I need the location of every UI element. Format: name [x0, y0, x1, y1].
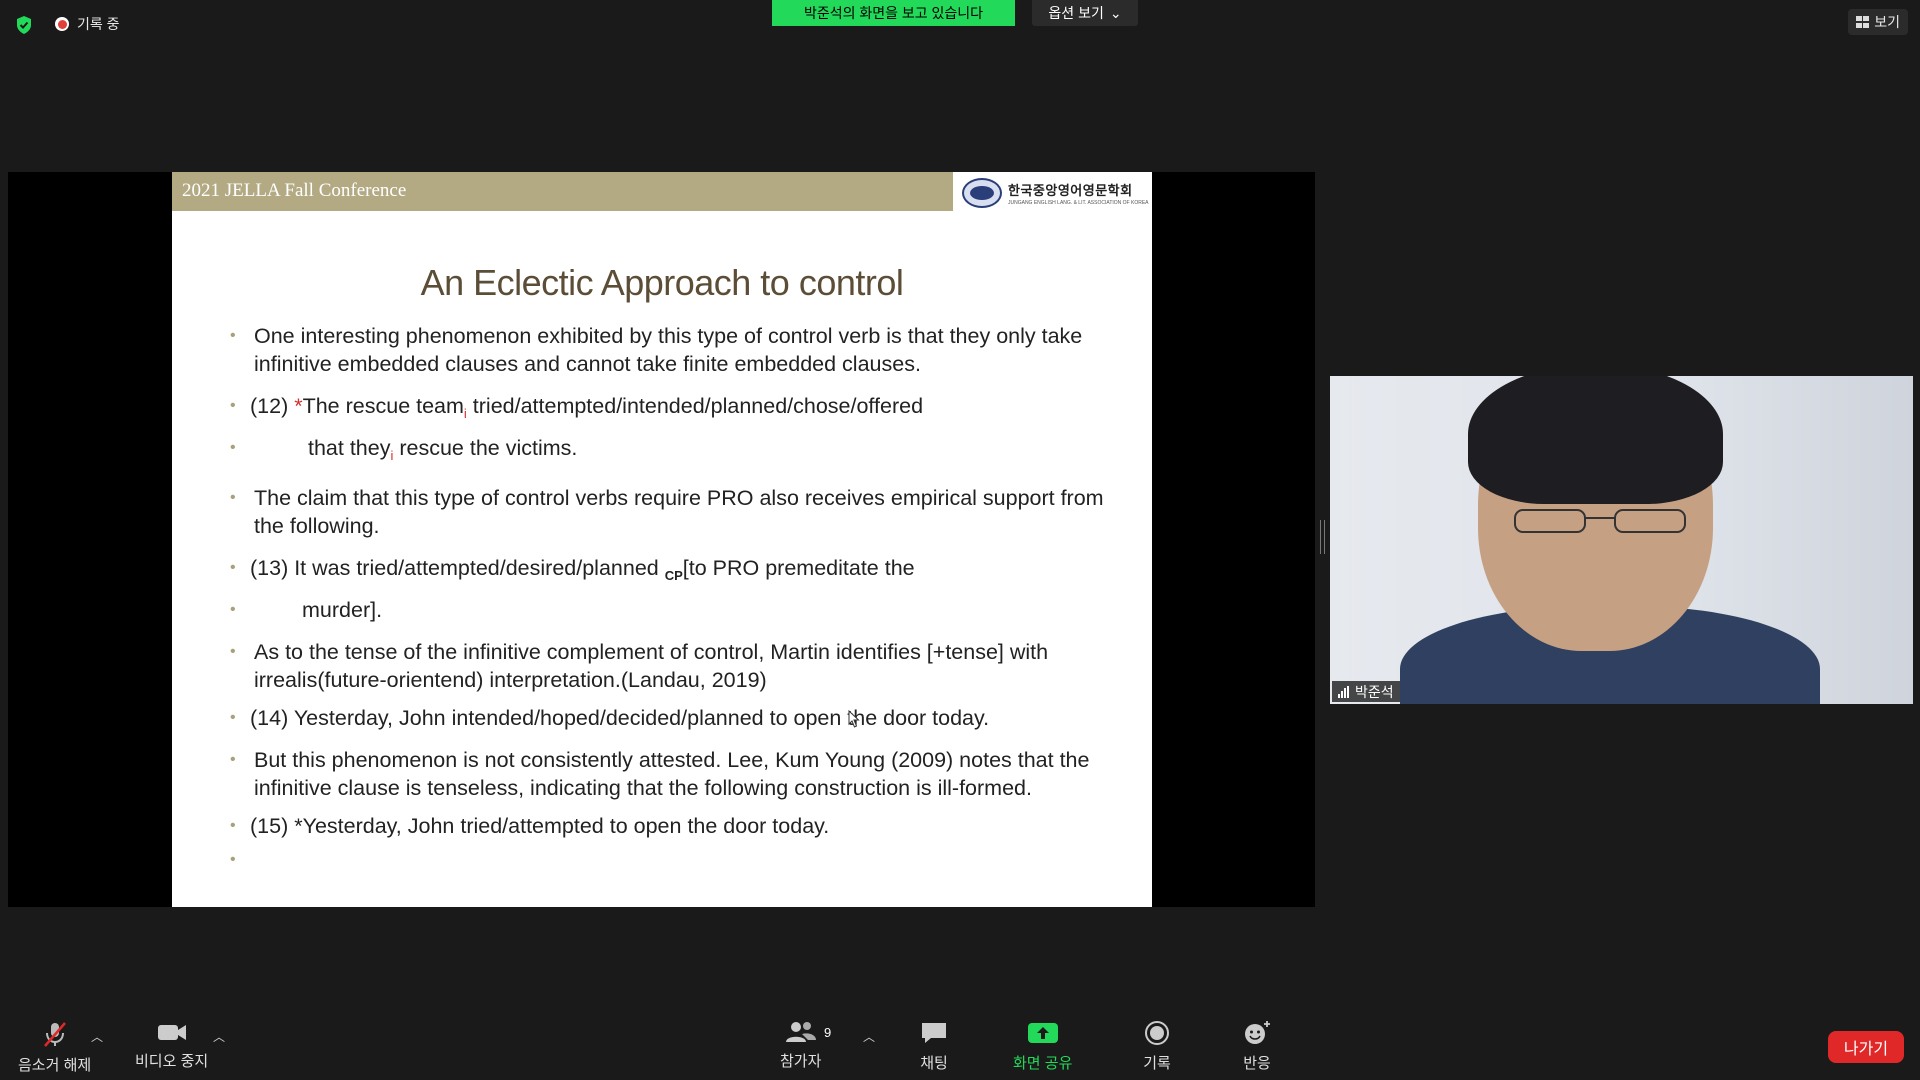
presentation-slide: 2021 JELLA Fall Conference 한국중앙영어영문학회 JU… [172, 172, 1152, 907]
participants-icon [785, 1022, 816, 1042]
chat-button[interactable]: 채팅 [919, 1020, 949, 1073]
participant-name: 박준석 [1355, 683, 1394, 700]
bullet-4: The claim that this type of control verb… [230, 484, 1110, 540]
glasses-icon [1514, 509, 1686, 533]
participants-button[interactable]: 참가자 [780, 1020, 821, 1071]
bullet-9: But this phenomenon is not consistently … [230, 746, 1110, 802]
slide-title: An Eclectic Approach to control [420, 262, 904, 303]
participant-name-label: 박준석 [1332, 681, 1400, 702]
view-options-button[interactable]: 옵션 보기 ⌄ [1032, 0, 1138, 26]
audio-options-caret-icon[interactable]: ︿ [91, 1028, 103, 1045]
bullet-1: One interesting phenomenon exhibited by … [230, 322, 1110, 378]
chevron-down-icon: ⌄ [1109, 4, 1122, 21]
participant-video-tile[interactable]: 박준석 [1330, 376, 1913, 704]
chat-bubble-icon [922, 1023, 946, 1043]
bullet-10: (15) *Yesterday, John tried/attempted to… [230, 812, 1110, 840]
reactions-button[interactable]: 반응 [1242, 1020, 1272, 1073]
view-button[interactable]: 보기 [1848, 9, 1908, 35]
reactions-label: 반응 [1243, 1055, 1271, 1072]
mouse-cursor-icon [848, 710, 860, 728]
society-logo: 한국중앙영어영문학회 JUNGANG ENGLISH LANG. & LIT. … [962, 176, 1150, 210]
security-shield-icon[interactable] [15, 15, 33, 35]
grid-view-icon [1856, 16, 1870, 28]
share-screen-icon [1027, 1023, 1058, 1043]
chat-label: 채팅 [920, 1055, 948, 1072]
participants-label: 참가자 [780, 1053, 822, 1070]
bullet-2: (12) *The rescue teami tried/attempted/i… [230, 392, 1110, 428]
view-button-label: 보기 [1874, 14, 1900, 30]
view-options-label: 옵션 보기 [1048, 5, 1104, 21]
bullet-6: murder]. [230, 596, 1110, 624]
bullet-7: As to the tense of the infinitive comple… [230, 638, 1110, 694]
society-seal-icon [962, 178, 1002, 208]
viewing-screen-banner: 박준석의 화면을 보고 있습니다 [772, 0, 1015, 26]
shared-screen: 2021 JELLA Fall Conference 한국중앙영어영문학회 JU… [8, 172, 1315, 907]
signal-strength-icon [1338, 685, 1349, 698]
emoji-reaction-icon [1245, 1021, 1270, 1044]
conference-title: 2021 JELLA Fall Conference [182, 180, 407, 201]
record-button[interactable]: 기록 [1143, 1020, 1171, 1073]
share-screen-button[interactable]: 화면 공유 [1013, 1020, 1072, 1073]
unmute-label: 음소거 해제 [18, 1057, 92, 1074]
slide-bullets: One interesting phenomenon exhibited by … [230, 322, 1110, 874]
bullet-empty [230, 846, 1110, 874]
bullet-5: (13) It was tried/attempted/desired/plan… [230, 554, 1110, 590]
video-options-caret-icon[interactable]: ︿ [213, 1028, 225, 1045]
bullet-3: that theyi rescue the victims. [230, 434, 1110, 470]
recording-icon [55, 17, 69, 31]
record-icon [1145, 1021, 1169, 1045]
society-subtitle: JUNGANG ENGLISH LANG. & LIT. ASSOCIATION… [1008, 200, 1149, 206]
stop-video-button[interactable]: 비디오 중지 [135, 1020, 208, 1071]
unmute-button[interactable]: 음소거 해제 [18, 1020, 91, 1075]
recording-label: 기록 중 [77, 16, 120, 32]
video-camera-icon [157, 1025, 186, 1040]
share-screen-label: 화면 공유 [1013, 1055, 1073, 1072]
panel-resize-handle[interactable] [1320, 520, 1325, 554]
recording-indicator[interactable]: 기록 중 [55, 14, 120, 34]
slide-banner: 2021 JELLA Fall Conference [172, 172, 953, 211]
record-label: 기록 [1143, 1055, 1171, 1072]
stop-video-label: 비디오 중지 [135, 1053, 209, 1070]
participants-options-caret-icon[interactable]: ︿ [863, 1028, 875, 1045]
society-name: 한국중앙영어영문학회 [1008, 183, 1133, 198]
participant-count-badge: 9 [824, 1025, 832, 1040]
participant-hair [1468, 376, 1723, 504]
microphone-muted-icon [43, 1022, 66, 1047]
bullet-8: (14) Yesterday, John intended/hoped/deci… [230, 704, 1110, 732]
leave-meeting-button[interactable]: 나가기 [1828, 1031, 1904, 1063]
